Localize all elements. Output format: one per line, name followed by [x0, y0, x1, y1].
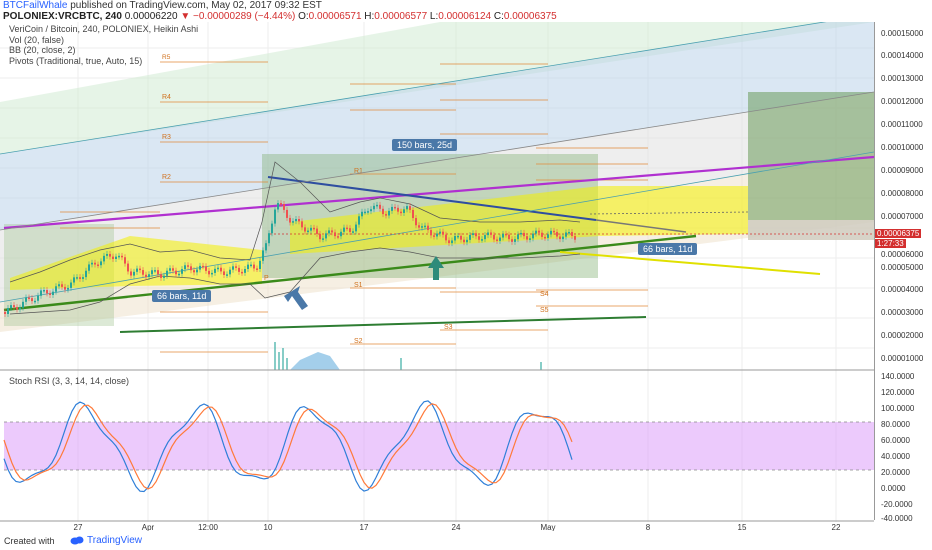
pivot-r4: R4 — [162, 94, 171, 101]
price-tick: 0.00013000 — [881, 74, 924, 83]
rsi-tick: 60.0000 — [881, 436, 910, 445]
price-axis[interactable]: 0.00015000 0.00014000 0.00013000 0.00012… — [874, 22, 932, 523]
price-tick: 0.00012000 — [881, 97, 924, 106]
open-value: 0.00006571 — [308, 11, 362, 22]
yellow-projection-line — [559, 251, 821, 275]
rsi-tick: 20.0000 — [881, 468, 910, 477]
chart-header: BTCFailWhale published on TradingView.co… — [0, 0, 932, 22]
pivot-s4: S4 — [540, 291, 549, 298]
rsi-tick: 0.0000 — [881, 484, 906, 493]
legend-title[interactable]: VeriCoin / Bitcoin, 240, POLONIEX, Heiki… — [9, 24, 198, 35]
price-tick: 0.00006000 — [881, 250, 924, 259]
price-tick: 0.00009000 — [881, 166, 924, 175]
callout-150-bars: 150 bars, 25d — [392, 139, 458, 151]
green-lower-line — [119, 316, 647, 333]
author-line: BTCFailWhale published on TradingView.co… — [3, 0, 322, 11]
chart-legend: VeriCoin / Bitcoin, 240, POLONIEX, Heiki… — [9, 24, 198, 66]
down-arrow-icon: ▼ — [180, 11, 191, 22]
price-tick: 0.00003000 — [881, 308, 924, 317]
author-link[interactable]: BTCFailWhale — [3, 0, 67, 11]
pivot-s1: S1 — [354, 282, 363, 289]
price-tick: 0.00005000 — [881, 263, 924, 272]
tradingview-label: TradingView — [87, 535, 143, 546]
countdown-tag: 1:27:33 — [875, 239, 906, 248]
stoch-rsi-title[interactable]: Stoch RSI (3, 3, 14, 14, close) — [9, 376, 129, 386]
price-tick: 0.00004000 — [881, 285, 924, 294]
symbol-label[interactable]: POLONIEX:VRCBTC, 240 — [3, 11, 122, 22]
last-price: 0.00006220 — [124, 11, 178, 22]
published-text: published on TradingView.com, May 02, 20… — [70, 0, 322, 11]
pivot-s2: S2 — [354, 338, 363, 345]
tradingview-cloud-icon — [70, 536, 84, 545]
pivot-s5: S5 — [540, 307, 549, 314]
rsi-tick: 80.0000 — [881, 420, 910, 429]
created-with-text: Created with — [4, 536, 55, 546]
legend-bb[interactable]: BB (20, close, 2) — [9, 45, 198, 56]
price-tick: 0.00001000 — [881, 354, 924, 363]
rsi-band — [4, 422, 874, 470]
callout-66-bars-right: 66 bars, 11d — [638, 243, 698, 255]
rsi-tick: 100.0000 — [881, 404, 915, 413]
price-tick: 0.00002000 — [881, 331, 924, 340]
low-label: L: — [429, 11, 439, 22]
volume-area — [290, 352, 340, 370]
pivot-r3: R3 — [162, 134, 171, 141]
rsi-tick: 120.0000 — [881, 388, 915, 397]
price-chart-canvas[interactable]: R5 R4 R3 R2 R1 S1 S2 S3 S4 S5 P — [0, 22, 874, 531]
legend-vol[interactable]: Vol (20, false) — [9, 35, 198, 46]
price-tick: 0.00011000 — [881, 120, 923, 129]
close-label: C: — [493, 11, 504, 22]
pivot-s3: S3 — [444, 324, 453, 331]
pivot-r2: R2 — [162, 174, 171, 181]
quote-line: POLONIEX:VRCBTC, 240 0.00006220 ▼ −0.000… — [3, 11, 557, 22]
close-value: 0.00006375 — [503, 11, 557, 22]
price-tick: 0.00008000 — [881, 189, 924, 198]
target-box-lower — [748, 220, 874, 240]
current-price-tag: 0.00006375 — [875, 229, 922, 238]
high-label: H: — [364, 11, 375, 22]
rsi-tick: -20.0000 — [881, 500, 913, 509]
open-label: O: — [298, 11, 309, 22]
price-tick: 0.00010000 — [881, 143, 924, 152]
price-tick: 0.00015000 — [881, 29, 924, 38]
price-tick: 0.00007000 — [881, 212, 924, 221]
price-change: −0.00000289 (−4.44%) — [193, 11, 296, 22]
rsi-tick: -40.0000 — [881, 514, 913, 523]
low-value: 0.00006124 — [438, 11, 492, 22]
price-tick: 0.00014000 — [881, 51, 924, 60]
rsi-tick: 40.0000 — [881, 452, 910, 461]
rsi-tick: 140.0000 — [881, 372, 915, 381]
callout-66-bars-left: 66 bars, 11d — [152, 290, 212, 302]
legend-pivots[interactable]: Pivots (Traditional, true, Auto, 15) — [9, 56, 198, 67]
high-value: 0.00006577 — [374, 11, 428, 22]
tradingview-brand[interactable]: TradingView — [70, 535, 142, 546]
